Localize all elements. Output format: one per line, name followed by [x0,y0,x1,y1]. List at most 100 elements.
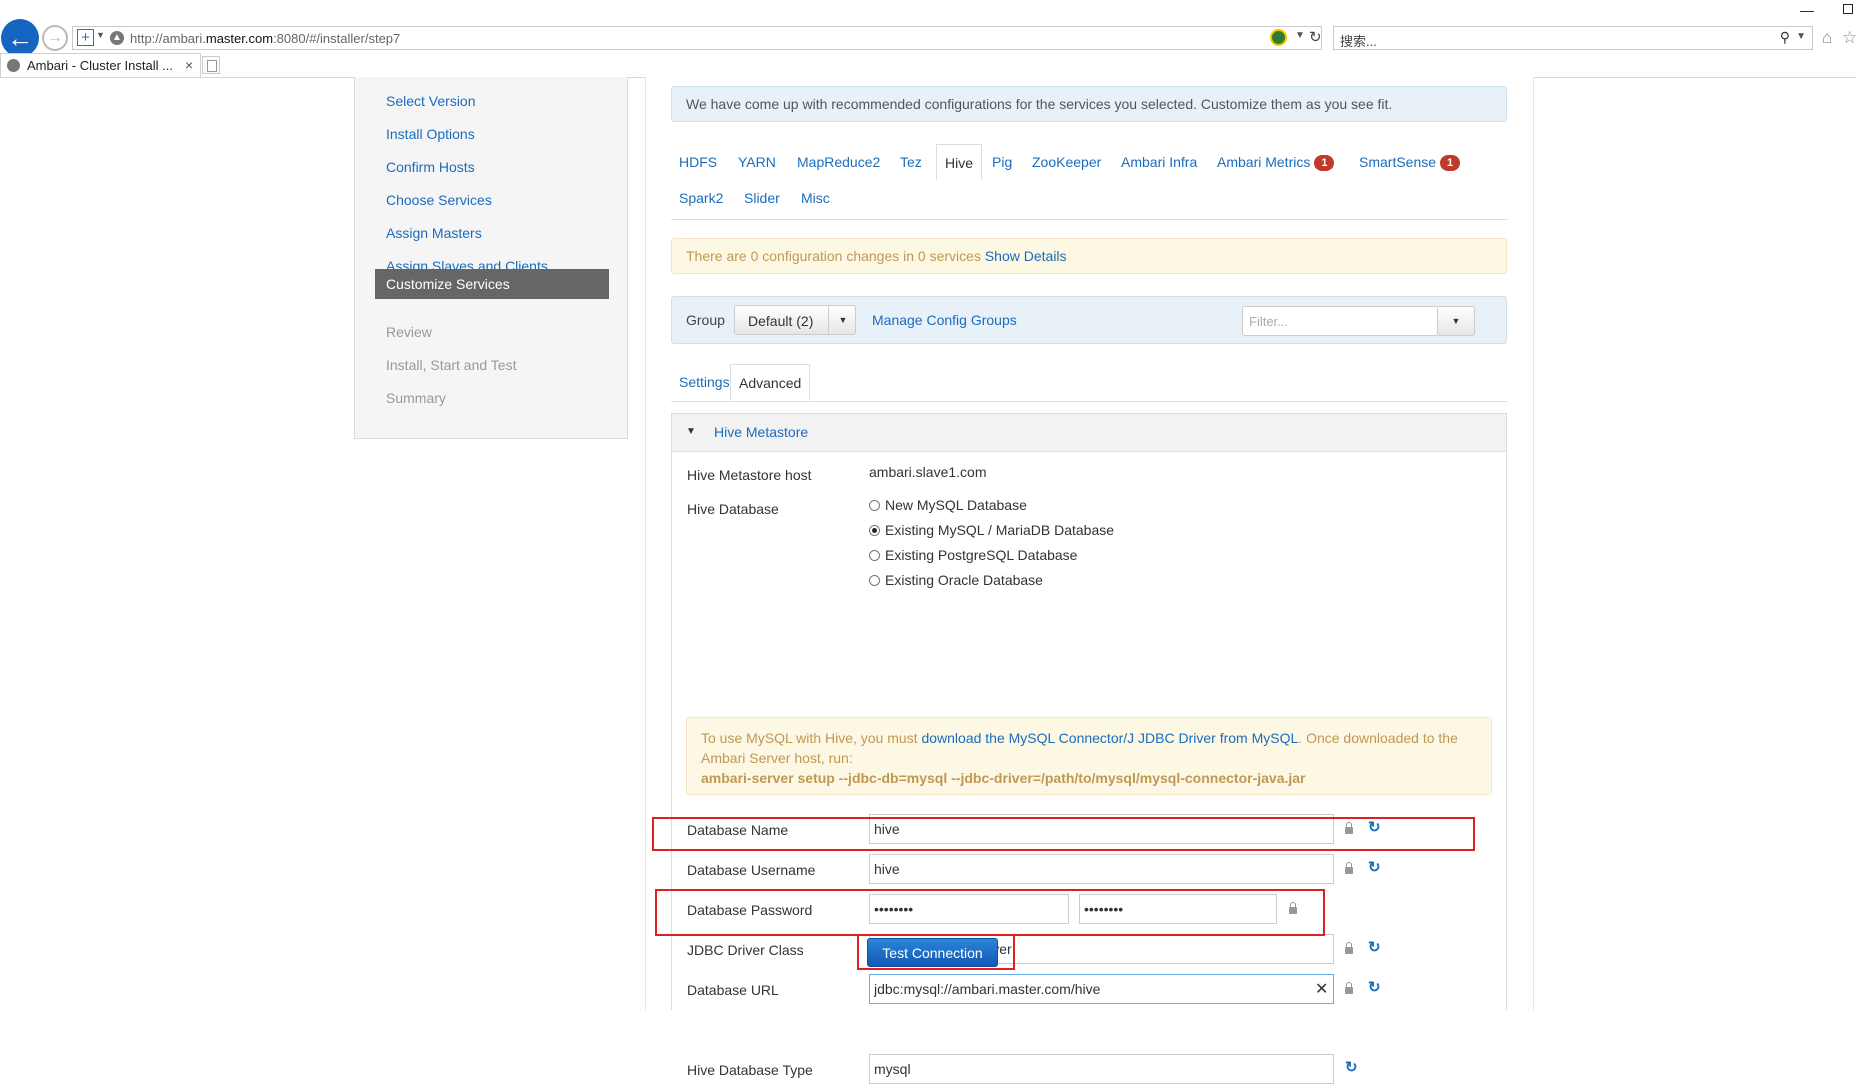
tab-title: Ambari - Cluster Install ... [27,58,173,73]
wizard-step-review: Review [386,324,432,340]
download-driver-link[interactable]: download the MySQL Connector/J JDBC Driv… [921,730,1298,746]
address-bar[interactable]: + ▼ ▲ http://ambari.master.com:8080/#/in… [72,26,1322,50]
config-changes-bar: There are 0 configuration changes in 0 s… [671,238,1507,274]
lock-icon[interactable] [1345,982,1353,994]
radio-label: New MySQL Database [885,497,1027,513]
smartsense-alert-badge: 1 [1440,155,1461,171]
chevron-down-icon[interactable]: ▼ [1295,30,1305,41]
config-group-select[interactable]: Default (2) ▼ [734,305,856,335]
wizard-nav: Select Version Install Options Confirm H… [354,77,628,439]
db-type-label: Hive Database Type [687,1062,813,1078]
highlight-box-password [652,817,1475,851]
filter-input[interactable] [1243,307,1437,335]
add-tab-icon[interactable]: + [77,29,94,46]
caret-down-icon[interactable]: ▼ [686,426,696,437]
browser-search-input[interactable]: 搜索... ⚲ ▼ [1333,26,1813,50]
section-title[interactable]: Hive Metastore [714,424,808,440]
radio-existing-postgresql[interactable]: Existing PostgreSQL Database [869,546,1077,564]
tab-ambari-metrics[interactable]: Ambari Metrics 1 [1217,144,1335,180]
highlight-box-url [655,889,1325,936]
tab-smartsense-label: SmartSense [1359,154,1437,170]
radio-label: Existing Oracle Database [885,572,1043,588]
tab-settings[interactable]: Settings [679,364,730,401]
site-icon: ▲ [110,31,124,45]
metastore-host-value: ambari.slave1.com [869,464,987,480]
refresh-icon[interactable]: ↻ [1368,978,1381,996]
hive-database-label: Hive Database [687,501,779,517]
wizard-step-choose-services[interactable]: Choose Services [375,185,609,215]
site-icon [7,59,20,72]
close-icon[interactable]: × [185,57,193,73]
search-icon[interactable]: ⚲ [1780,29,1790,46]
radio-existing-oracle[interactable]: Existing Oracle Database [869,571,1043,589]
tab-tez[interactable]: Tez [900,144,922,180]
refresh-icon[interactable]: ↻ [1368,938,1381,956]
tab-ambari-infra[interactable]: Ambari Infra [1121,144,1197,180]
db-username-input[interactable] [870,855,1333,883]
config-sub-tabs: Settings Advanced [671,364,1507,402]
show-details-link[interactable]: Show Details [985,248,1067,264]
highlight-box-test-connection [857,934,1015,970]
chevron-down-icon[interactable]: ▼ [1796,31,1806,42]
refresh-icon[interactable]: ↻ [1345,1058,1358,1076]
jdbc-driver-label: JDBC Driver Class [687,942,804,958]
radio-new-mysql[interactable]: New MySQL Database [869,496,1027,514]
browser-tab[interactable]: Ambari - Cluster Install ... × [0,53,201,77]
wizard-step-select-version[interactable]: Select Version [375,86,609,116]
radio-existing-mysql[interactable]: Existing MySQL / MariaDB Database [869,521,1114,539]
forward-button[interactable]: → [42,25,68,51]
refresh-icon[interactable]: ↻ [1368,858,1381,876]
compatibility-icon[interactable] [1270,29,1287,46]
wizard-step-assign-masters[interactable]: Assign Masters [375,218,609,248]
db-type-input[interactable] [870,1055,1333,1083]
setup-command: ambari-server setup --jdbc-db=mysql --jd… [701,770,1306,786]
db-type-field[interactable] [869,1054,1334,1084]
filter-dropdown-button[interactable]: ▼ [1438,306,1475,336]
url-host: master.com [205,31,274,46]
radio-button[interactable] [869,550,880,561]
radio-button-checked[interactable] [869,525,880,536]
db-username-label: Database Username [687,862,816,878]
tab-spark2[interactable]: Spark2 [679,180,723,216]
db-url-label: Database URL [687,982,779,998]
section-header[interactable]: ▼ Hive Metastore [672,414,1506,452]
tab-slider[interactable]: Slider [744,180,780,216]
filter-field[interactable] [1242,306,1438,336]
wizard-step-install-options[interactable]: Install Options [375,119,609,149]
db-url-input[interactable] [870,975,1333,1003]
tab-hive[interactable]: Hive [936,144,983,180]
wizard-step-confirm-hosts[interactable]: Confirm Hosts [375,152,609,182]
tab-pig[interactable]: Pig [992,144,1012,180]
radio-label: Existing MySQL / MariaDB Database [885,522,1115,538]
db-username-field[interactable] [869,854,1334,884]
clear-icon[interactable]: ✕ [1315,979,1328,999]
url-text[interactable]: http://ambari.master.com:8080/#/installe… [130,31,400,46]
restore-icon[interactable] [1843,4,1853,14]
db-url-field[interactable] [869,974,1334,1004]
tab-yarn[interactable]: YARN [738,144,776,180]
tab-mapreduce2[interactable]: MapReduce2 [797,144,880,180]
radio-button[interactable] [869,575,880,586]
tab-misc[interactable]: Misc [801,180,830,216]
manage-config-groups-link[interactable]: Manage Config Groups [872,312,1017,328]
minimize-icon[interactable]: — [1800,2,1814,18]
new-tab-button[interactable] [202,56,220,74]
home-icon[interactable]: ⌂ [1822,28,1832,48]
chevron-down-icon[interactable]: ▼ [96,30,105,40]
metastore-host-label: Hive Metastore host [687,467,812,483]
ambari-metrics-alert-badge: 1 [1314,155,1335,171]
tab-advanced[interactable]: Advanced [730,364,811,401]
lock-icon[interactable] [1345,942,1353,954]
browser-chrome: — ← → + ▼ ▲ http://ambari.master.com:808… [0,0,1856,78]
favorites-icon[interactable]: ☆ [1842,28,1856,48]
refresh-icon[interactable]: ↻ [1309,28,1322,46]
tab-zookeeper[interactable]: ZooKeeper [1032,144,1101,180]
tab-smartsense[interactable]: SmartSense 1 [1359,144,1461,180]
wizard-step-customize-services[interactable]: Customize Services [375,269,609,299]
chevron-down-icon[interactable]: ▼ [828,306,857,334]
tab-hdfs[interactable]: HDFS [679,144,717,180]
info-banner: We have come up with recommended configu… [671,86,1507,122]
radio-button[interactable] [869,500,880,511]
lock-icon[interactable] [1345,862,1353,874]
back-button[interactable]: ← [1,19,39,57]
